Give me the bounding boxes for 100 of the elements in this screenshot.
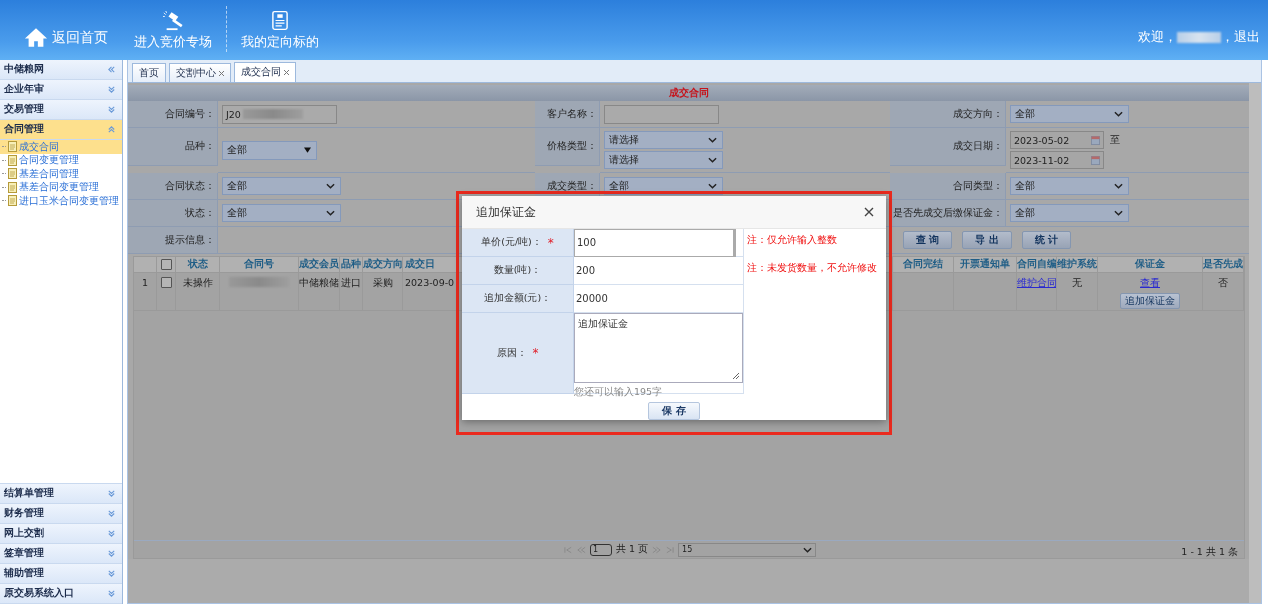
select-field[interactable]: 全部 bbox=[222, 204, 341, 222]
sidebar-group[interactable]: 交易管理 bbox=[0, 100, 122, 120]
column-header: 合同完结 bbox=[893, 257, 954, 273]
price-field[interactable]: 100 bbox=[574, 228, 736, 257]
prev-page-icon[interactable] bbox=[577, 545, 586, 554]
field-label: 合同编号： bbox=[128, 101, 218, 128]
file-icon bbox=[8, 181, 17, 193]
close-icon[interactable] bbox=[284, 70, 289, 75]
form-title: 成交合同 bbox=[128, 85, 1249, 101]
maintain-link[interactable]: 维护合同 bbox=[1017, 277, 1056, 290]
field-label: 价格类型： bbox=[535, 128, 600, 166]
expand-icon[interactable] bbox=[107, 589, 116, 598]
redaction-blur bbox=[1177, 32, 1221, 43]
expand-icon[interactable] bbox=[107, 489, 116, 498]
column-header: 状态 bbox=[176, 257, 220, 273]
last-page-icon[interactable] bbox=[665, 545, 675, 554]
file-icon bbox=[8, 168, 17, 180]
action-button[interactable]: 导 出 bbox=[962, 231, 1012, 249]
tab[interactable]: 首页 bbox=[132, 63, 166, 82]
dropdown-icon bbox=[803, 546, 813, 553]
sidebar-item[interactable]: 合同变更管理 bbox=[0, 153, 122, 167]
date-field[interactable]: 2023-11-02 bbox=[1010, 151, 1104, 169]
tab[interactable]: 成交合同 bbox=[234, 62, 296, 82]
text-field[interactable] bbox=[604, 104, 719, 124]
page-size-select[interactable]: 15 bbox=[678, 542, 817, 557]
greeting: 欢迎， bbox=[1138, 29, 1177, 46]
resize-handle-icon[interactable] bbox=[733, 373, 739, 379]
action-button[interactable]: 统 计 bbox=[1021, 231, 1071, 249]
calendar-icon[interactable] bbox=[1091, 135, 1100, 145]
expand-icon[interactable] bbox=[107, 85, 116, 94]
field-label: 原因： bbox=[496, 346, 527, 360]
page-field[interactable]: 1 bbox=[590, 543, 612, 556]
view-link[interactable]: 查看 bbox=[1140, 277, 1160, 290]
sidebar-group[interactable]: 网上交割 bbox=[0, 524, 122, 544]
sidebar-group[interactable]: 原交易系统入口 bbox=[0, 584, 122, 604]
sidebar-item[interactable]: 基差合同变更管理 bbox=[0, 180, 122, 194]
sidebar-group[interactable]: 辅助管理 bbox=[0, 564, 122, 584]
column-header: 维护系统 bbox=[1057, 257, 1098, 273]
field-value: 20000 bbox=[575, 293, 608, 304]
close-icon[interactable] bbox=[864, 207, 874, 217]
collapse-icon[interactable] bbox=[107, 65, 116, 74]
select-field[interactable]: 请选择 bbox=[604, 151, 723, 169]
range-separator: 至 bbox=[1110, 133, 1120, 147]
action-button[interactable]: 查 询 bbox=[902, 231, 953, 249]
close-icon[interactable] bbox=[219, 70, 224, 76]
field-label: 追加金额(元)： bbox=[483, 292, 552, 305]
dropdown-icon bbox=[1114, 210, 1123, 216]
add-deposit-button[interactable]: 追加保证金 bbox=[1120, 293, 1180, 309]
column-header: 成交日 bbox=[403, 257, 463, 273]
dropdown-icon bbox=[1114, 111, 1123, 117]
first-page-icon[interactable] bbox=[564, 545, 573, 554]
sidebar-group[interactable]: 合同管理 bbox=[0, 120, 122, 140]
tab[interactable]: 交割中心 bbox=[169, 63, 231, 82]
select-all-checkbox[interactable] bbox=[160, 259, 172, 270]
expand-icon[interactable] bbox=[107, 509, 116, 518]
collapse-icon[interactable] bbox=[107, 125, 116, 134]
select-field[interactable]: 全部 bbox=[222, 177, 341, 195]
field-label: 合同类型： bbox=[890, 173, 1006, 200]
next-page-icon[interactable] bbox=[652, 545, 662, 554]
field-label: 成交日期： bbox=[890, 128, 1006, 166]
sidebar-group[interactable]: 财务管理 bbox=[0, 504, 122, 524]
select-field[interactable]: 全部 bbox=[1010, 105, 1129, 123]
save-button[interactable]: 保 存 bbox=[648, 402, 700, 420]
field-label: 成交方向： bbox=[890, 101, 1006, 128]
column-header: 是否先成 bbox=[1203, 257, 1244, 273]
file-icon bbox=[8, 195, 17, 207]
separator: ， bbox=[1221, 29, 1234, 46]
dropdown-icon bbox=[708, 157, 717, 163]
required-mark: * bbox=[532, 346, 539, 360]
dropdown-icon bbox=[326, 183, 335, 189]
expand-icon[interactable] bbox=[107, 549, 116, 558]
dropdown-icon bbox=[304, 147, 311, 153]
sidebar-group[interactable]: 企业年审 bbox=[0, 80, 122, 100]
date-field[interactable]: 2023-05-02 bbox=[1010, 131, 1104, 149]
field-value: 200 bbox=[575, 265, 596, 276]
expand-icon[interactable] bbox=[107, 529, 116, 538]
dropdown-icon bbox=[708, 183, 717, 189]
calendar-icon[interactable] bbox=[1091, 155, 1100, 165]
column-header: 开票通知单 bbox=[954, 257, 1017, 273]
dropdown-icon bbox=[1114, 183, 1123, 189]
sidebar-item[interactable]: 进口玉米合同变更管理 bbox=[0, 194, 122, 208]
text-field[interactable]: J20 bbox=[222, 104, 337, 124]
select-field[interactable]: 请选择 bbox=[604, 131, 723, 149]
file-icon bbox=[8, 141, 17, 153]
select-field[interactable]: 全部 bbox=[1010, 204, 1129, 222]
sidebar-group[interactable]: 结算单管理 bbox=[0, 484, 122, 504]
select-field[interactable]: 全部 bbox=[222, 140, 317, 160]
file-icon bbox=[8, 154, 17, 166]
sidebar-item[interactable]: 成交合同 bbox=[0, 140, 122, 154]
select-field[interactable]: 全部 bbox=[1010, 177, 1129, 195]
table-cell: 中储粮储 bbox=[299, 273, 340, 311]
row-checkbox[interactable] bbox=[160, 277, 172, 288]
sidebar-group[interactable]: 签章管理 bbox=[0, 544, 122, 564]
field-label: 提示信息： bbox=[128, 227, 218, 254]
sidebar-item[interactable]: 基差合同管理 bbox=[0, 167, 122, 181]
column-header: 品种 bbox=[340, 257, 363, 273]
reason-field[interactable]: 追加保证金 bbox=[574, 313, 743, 383]
expand-icon[interactable] bbox=[107, 105, 116, 114]
expand-icon[interactable] bbox=[107, 569, 116, 578]
gavel-icon bbox=[161, 11, 185, 31]
